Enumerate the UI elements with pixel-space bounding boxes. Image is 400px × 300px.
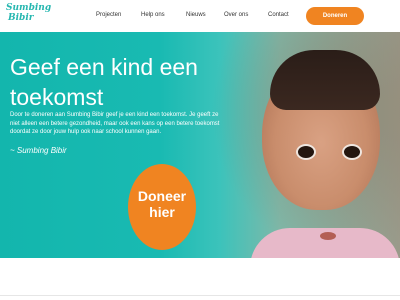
logo[interactable]: Sumbing Bibir	[6, 3, 62, 29]
hero-signature: ~ Sumbing Bibir	[10, 146, 67, 155]
child-eye-right	[342, 144, 362, 160]
donate-button[interactable]: Doneren	[306, 7, 364, 25]
donate-here-label: Doneer hier	[128, 188, 196, 220]
child-eye-left	[296, 144, 316, 160]
section-divider	[0, 295, 400, 296]
logo-line2: Bibir	[8, 13, 34, 23]
hero-description: Door te doneren aan Sumbing Bibir geef j…	[10, 112, 220, 135]
hero-banner: Geef een kind een toekomst Door te doner…	[0, 32, 400, 258]
hero-title-line1: Geef een kind een	[10, 54, 198, 80]
site-header: Sumbing Bibir Projecten Help ons Nieuws …	[0, 0, 400, 32]
hero-title: Geef een kind een toekomst	[10, 52, 230, 112]
nav-over-ons[interactable]: Over ons	[224, 12, 248, 18]
donate-here-button[interactable]: Doneer hier	[128, 164, 196, 250]
donate-here-line2: hier	[149, 204, 175, 220]
child-hair	[270, 50, 380, 110]
logo-line1: Sumbing	[6, 3, 52, 13]
donate-here-line1: Doneer	[137, 188, 187, 204]
child-mouth	[320, 232, 336, 240]
hero-title-line2: toekomst	[10, 84, 104, 110]
nav-nieuws[interactable]: Nieuws	[186, 12, 206, 18]
nav-contact[interactable]: Contact	[268, 12, 289, 18]
nav-help-ons[interactable]: Help ons	[141, 12, 165, 18]
nav-projecten[interactable]: Projecten	[96, 12, 121, 18]
